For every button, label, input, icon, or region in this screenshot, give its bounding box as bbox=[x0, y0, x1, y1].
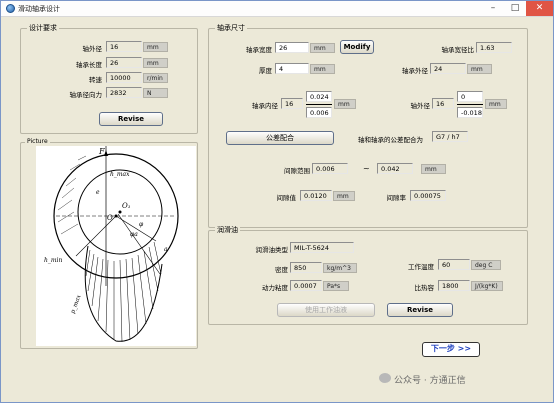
bearing-inner-label: 轴承内径 bbox=[252, 102, 278, 110]
label-o1: O₁ bbox=[122, 202, 131, 210]
thickness-field[interactable]: 4 bbox=[275, 63, 309, 74]
bearing-length-unit: mm bbox=[143, 58, 168, 68]
gap-max-field[interactable]: 0.042 bbox=[377, 163, 413, 174]
window-title: 滑动轴承设计 bbox=[18, 5, 60, 13]
shaft-tol-divider bbox=[457, 104, 483, 105]
main-content: 设计要求 轴外径 16 mm 轴承长度 26 mm 转速 10000 r/min… bbox=[2, 18, 552, 402]
shaft-outer-label: 轴外径 bbox=[410, 102, 431, 110]
shaft-outer-field[interactable]: 16 bbox=[432, 98, 454, 109]
label-phi: φ bbox=[139, 221, 144, 228]
force-arrow-icon bbox=[104, 150, 108, 156]
watermark-text: 公众号 · 方通正信 bbox=[394, 376, 466, 386]
shaft-diameter-field[interactable]: 16 bbox=[106, 41, 142, 52]
density-label: 密度 bbox=[275, 266, 288, 274]
lube-revise-button[interactable]: Revise bbox=[387, 303, 453, 317]
gap-range-unit: mm bbox=[421, 164, 446, 174]
design-requirements-title: 设计要求 bbox=[27, 23, 59, 33]
bearing-width-unit: mm bbox=[310, 43, 335, 53]
thickness-label: 厚度 bbox=[259, 67, 272, 75]
width-ratio-field[interactable]: 1.63 bbox=[476, 42, 512, 53]
temperature-unit: deg C bbox=[471, 260, 501, 270]
pressure-hatching bbox=[85, 241, 162, 343]
temperature-label: 工作温度 bbox=[408, 263, 434, 271]
minimize-icon[interactable]: – bbox=[482, 1, 504, 16]
density-field[interactable]: 850 bbox=[290, 262, 322, 273]
shaft-upper-tol-field[interactable]: 0 bbox=[457, 91, 483, 102]
speed-unit: r/min bbox=[143, 73, 168, 83]
gap-value-unit: mm bbox=[333, 191, 355, 201]
gap-value-label: 间隙值 bbox=[276, 194, 297, 202]
viscosity-label: 动力粘度 bbox=[262, 284, 288, 292]
bearing-diagram: F h_max e O O₁ φ φa h_min a p_max bbox=[36, 146, 196, 346]
fit-result-field[interactable]: G7 / h7 bbox=[432, 131, 468, 142]
bearing-width-label: 轴承宽度 bbox=[246, 46, 272, 54]
bearing-outer-field[interactable]: 24 bbox=[430, 63, 466, 74]
heat-capacity-label: 比热容 bbox=[414, 284, 435, 292]
temperature-field[interactable]: 60 bbox=[438, 259, 470, 270]
bearing-outer-unit: mm bbox=[467, 64, 492, 74]
heat-capacity-field[interactable]: 1800 bbox=[438, 280, 470, 291]
thickness-unit: mm bbox=[310, 64, 335, 74]
heat-capacity-unit: J/(kg*K) bbox=[471, 281, 503, 291]
gap-min-field[interactable]: 0.006 bbox=[312, 163, 348, 174]
label-f: F bbox=[98, 147, 105, 156]
center-o1-dot bbox=[118, 210, 122, 214]
picture-title: Picture bbox=[25, 138, 50, 145]
inner-lower-tol-field[interactable]: 0.006 bbox=[306, 107, 332, 118]
use-working-oil-button[interactable]: 使用工作油液 bbox=[277, 303, 375, 317]
bearing-inner-unit: mm bbox=[334, 99, 356, 109]
speed-field[interactable]: 10000 bbox=[106, 72, 142, 83]
bearing-width-field[interactable]: 26 bbox=[275, 42, 309, 53]
modify-button[interactable]: Modify bbox=[340, 40, 374, 54]
label-a: a bbox=[164, 246, 168, 253]
width-ratio-label: 轴承宽径比 bbox=[441, 46, 475, 54]
radial-force-field[interactable]: 2832 bbox=[106, 87, 142, 98]
label-hmax: h_max bbox=[110, 171, 130, 178]
inner-tol-divider bbox=[306, 104, 332, 105]
label-phia: φa bbox=[130, 231, 138, 238]
gap-ratio-label: 间隙率 bbox=[386, 194, 407, 202]
bearing-length-field[interactable]: 26 bbox=[106, 57, 142, 68]
maximize-icon[interactable]: □ bbox=[504, 1, 526, 16]
label-hmin: h_min bbox=[44, 257, 62, 264]
oil-type-field[interactable]: MIL-T-5624 bbox=[290, 242, 354, 253]
label-pmax: p_max bbox=[69, 293, 82, 314]
radius-line bbox=[75, 215, 117, 257]
tolerance-fit-button[interactable]: 公差配合 bbox=[226, 131, 334, 145]
design-revise-button[interactable]: Revise bbox=[99, 112, 163, 126]
speed-label: 转速 bbox=[89, 76, 102, 84]
close-icon[interactable]: ✕ bbox=[526, 1, 553, 16]
density-unit: kg/m^3 bbox=[323, 263, 357, 273]
oil-type-label: 润滑油类型 bbox=[255, 246, 289, 254]
viscosity-field[interactable]: 0.0007 bbox=[290, 280, 322, 291]
gap-range-label: 间隙范围 bbox=[284, 167, 310, 175]
bearing-dimensions-title: 轴承尺寸 bbox=[215, 23, 247, 33]
shaft-lower-tol-field[interactable]: -0.018 bbox=[457, 107, 483, 118]
bearing-inner-field[interactable]: 16 bbox=[281, 98, 303, 109]
fit-result-label: 轴和轴承的公差配合为 bbox=[358, 136, 423, 144]
viscosity-unit: Pa*s bbox=[323, 281, 349, 291]
shaft-diameter-unit: mm bbox=[143, 42, 168, 52]
radial-force-label: 轴承径向力 bbox=[69, 91, 103, 99]
label-o: O bbox=[107, 214, 113, 222]
bearing-length-label: 轴承长度 bbox=[76, 61, 102, 69]
app-window: 滑动轴承设计 – □ ✕ 设计要求 轴外径 16 mm 轴承长度 26 mm 转… bbox=[0, 0, 554, 403]
title-bar: 滑动轴承设计 – □ ✕ bbox=[1, 1, 553, 17]
inner-upper-tol-field[interactable]: 0.024 bbox=[306, 91, 332, 102]
gap-tilde: ~ bbox=[363, 164, 370, 173]
bearing-outer-label: 轴承外径 bbox=[402, 67, 428, 75]
bearing-dimensions-group: 轴承尺寸 bbox=[208, 23, 528, 228]
shaft-outer-unit: mm bbox=[485, 99, 507, 109]
wechat-icon bbox=[379, 373, 391, 383]
next-step-button[interactable]: 下一步 >> bbox=[422, 342, 480, 357]
lubricant-title: 润滑油 bbox=[215, 225, 240, 235]
center-o-dot bbox=[114, 214, 118, 218]
bearing-diagram-svg: F h_max e O O₁ φ φa h_min a p_max bbox=[44, 146, 179, 343]
radial-force-unit: N bbox=[143, 88, 168, 98]
label-e: e bbox=[96, 189, 100, 196]
app-icon bbox=[6, 4, 15, 13]
shaft-diameter-label: 轴外径 bbox=[82, 45, 103, 53]
gap-ratio-field[interactable]: 0.00075 bbox=[410, 190, 446, 201]
gap-value-field[interactable]: 0.0120 bbox=[300, 190, 332, 201]
